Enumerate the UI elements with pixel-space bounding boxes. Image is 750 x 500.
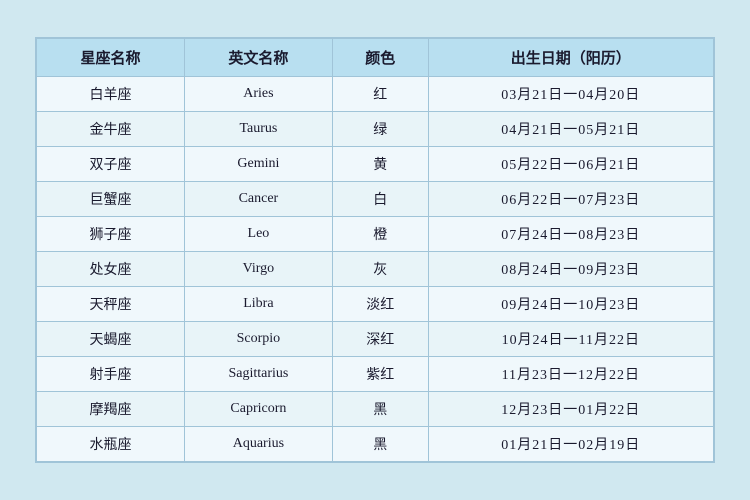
color-cell: 灰 [332, 252, 428, 287]
color-cell: 橙 [332, 217, 428, 252]
color-cell: 白 [332, 182, 428, 217]
english-name-cell: Leo [184, 217, 332, 252]
table-row: 巨蟹座Cancer白06月22日一07月23日 [37, 182, 714, 217]
english-name-cell: Sagittarius [184, 357, 332, 392]
chinese-name-cell: 射手座 [37, 357, 185, 392]
zodiac-table: 星座名称 英文名称 颜色 出生日期（阳历） 白羊座Aries红03月21日一04… [36, 38, 714, 462]
header-color: 颜色 [332, 39, 428, 77]
header-chinese-name: 星座名称 [37, 39, 185, 77]
table-row: 摩羯座Capricorn黑12月23日一01月22日 [37, 392, 714, 427]
table-row: 射手座Sagittarius紫红11月23日一12月22日 [37, 357, 714, 392]
table-row: 双子座Gemini黄05月22日一06月21日 [37, 147, 714, 182]
table-row: 狮子座Leo橙07月24日一08月23日 [37, 217, 714, 252]
table-row: 金牛座Taurus绿04月21日一05月21日 [37, 112, 714, 147]
zodiac-table-container: 星座名称 英文名称 颜色 出生日期（阳历） 白羊座Aries红03月21日一04… [35, 37, 715, 463]
dates-cell: 05月22日一06月21日 [428, 147, 713, 182]
chinese-name-cell: 天秤座 [37, 287, 185, 322]
dates-cell: 03月21日一04月20日 [428, 77, 713, 112]
dates-cell: 04月21日一05月21日 [428, 112, 713, 147]
table-row: 处女座Virgo灰08月24日一09月23日 [37, 252, 714, 287]
color-cell: 黄 [332, 147, 428, 182]
chinese-name-cell: 狮子座 [37, 217, 185, 252]
color-cell: 红 [332, 77, 428, 112]
dates-cell: 06月22日一07月23日 [428, 182, 713, 217]
header-english-name: 英文名称 [184, 39, 332, 77]
english-name-cell: Cancer [184, 182, 332, 217]
chinese-name-cell: 处女座 [37, 252, 185, 287]
english-name-cell: Aquarius [184, 427, 332, 462]
color-cell: 深红 [332, 322, 428, 357]
english-name-cell: Libra [184, 287, 332, 322]
color-cell: 黑 [332, 392, 428, 427]
english-name-cell: Gemini [184, 147, 332, 182]
chinese-name-cell: 金牛座 [37, 112, 185, 147]
color-cell: 黑 [332, 427, 428, 462]
dates-cell: 07月24日一08月23日 [428, 217, 713, 252]
chinese-name-cell: 双子座 [37, 147, 185, 182]
dates-cell: 10月24日一11月22日 [428, 322, 713, 357]
chinese-name-cell: 水瓶座 [37, 427, 185, 462]
english-name-cell: Aries [184, 77, 332, 112]
table-body: 白羊座Aries红03月21日一04月20日金牛座Taurus绿04月21日一0… [37, 77, 714, 462]
dates-cell: 08月24日一09月23日 [428, 252, 713, 287]
english-name-cell: Virgo [184, 252, 332, 287]
english-name-cell: Capricorn [184, 392, 332, 427]
chinese-name-cell: 天蝎座 [37, 322, 185, 357]
table-header-row: 星座名称 英文名称 颜色 出生日期（阳历） [37, 39, 714, 77]
dates-cell: 12月23日一01月22日 [428, 392, 713, 427]
header-dates: 出生日期（阳历） [428, 39, 713, 77]
dates-cell: 09月24日一10月23日 [428, 287, 713, 322]
dates-cell: 11月23日一12月22日 [428, 357, 713, 392]
table-row: 水瓶座Aquarius黑01月21日一02月19日 [37, 427, 714, 462]
color-cell: 绿 [332, 112, 428, 147]
chinese-name-cell: 巨蟹座 [37, 182, 185, 217]
color-cell: 紫红 [332, 357, 428, 392]
english-name-cell: Taurus [184, 112, 332, 147]
chinese-name-cell: 摩羯座 [37, 392, 185, 427]
table-row: 天蝎座Scorpio深红10月24日一11月22日 [37, 322, 714, 357]
table-row: 白羊座Aries红03月21日一04月20日 [37, 77, 714, 112]
dates-cell: 01月21日一02月19日 [428, 427, 713, 462]
english-name-cell: Scorpio [184, 322, 332, 357]
table-row: 天秤座Libra淡红09月24日一10月23日 [37, 287, 714, 322]
color-cell: 淡红 [332, 287, 428, 322]
chinese-name-cell: 白羊座 [37, 77, 185, 112]
